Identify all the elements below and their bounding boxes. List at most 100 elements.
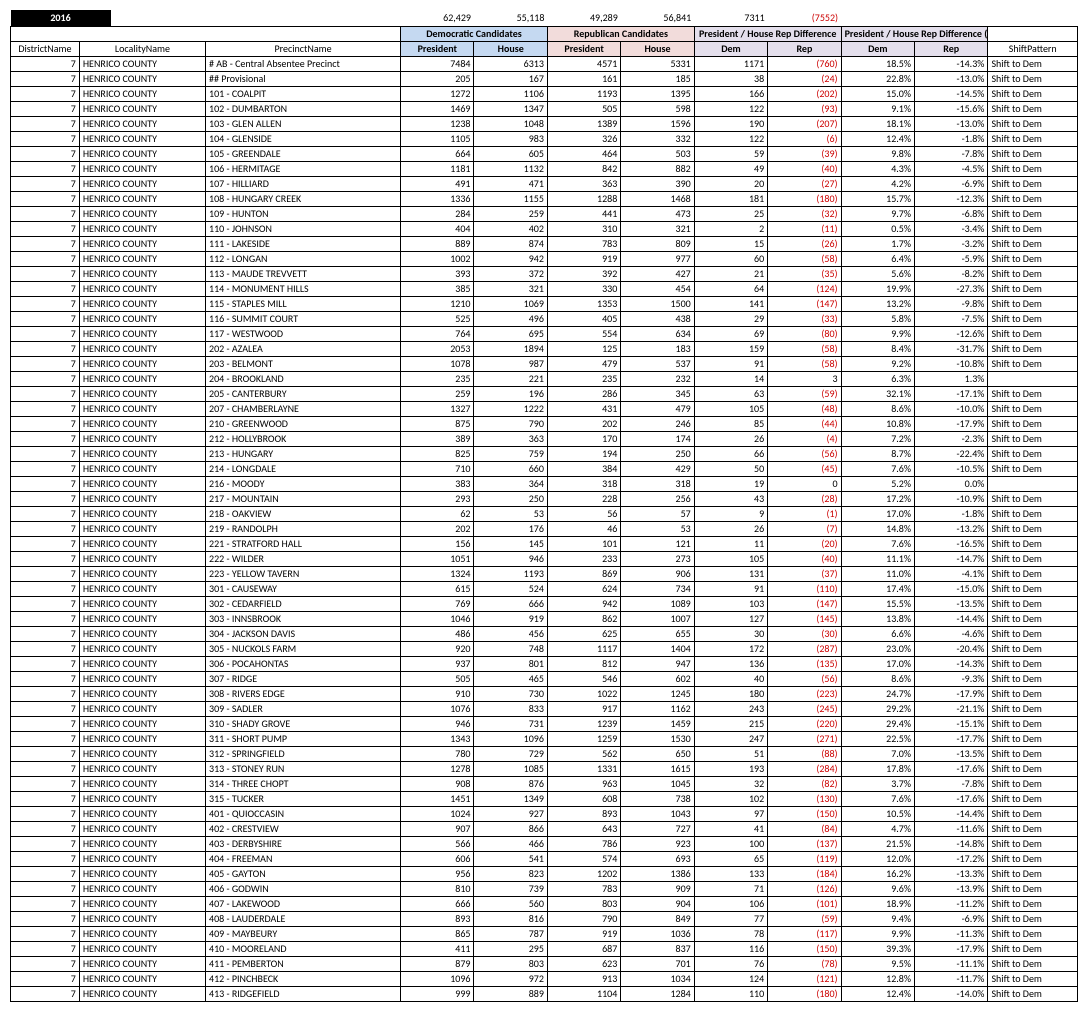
pct-dem-cell: 5.8% — [841, 312, 914, 327]
rep-house-cell: 174 — [621, 432, 694, 447]
precinct-cell: 401 - QUIOCCASIN — [206, 807, 401, 822]
dem-house-cell: 524 — [474, 582, 547, 597]
table-row: 7HENRICO COUNTY214 - LONGDALE71066038442… — [11, 462, 1078, 477]
pct-dem-cell: 9.2% — [841, 357, 914, 372]
precinct-cell: 306 - POCAHONTAS — [206, 657, 401, 672]
rep-president-cell: 786 — [547, 837, 620, 852]
dem-house-cell: 1085 — [474, 762, 547, 777]
diff-dem-cell: 166 — [694, 87, 767, 102]
pct-dem-cell: 23.0% — [841, 642, 914, 657]
diff-dem-cell: 63 — [694, 387, 767, 402]
shift-cell: Shift to Dem — [988, 567, 1078, 582]
shift-cell: Shift to Dem — [988, 297, 1078, 312]
district-cell: 7 — [11, 762, 80, 777]
pct-rep-cell: -14.4% — [915, 612, 988, 627]
precinct-cell: 308 - RIVERS EDGE — [206, 687, 401, 702]
pct-rep-cell: -10.8% — [915, 357, 988, 372]
table-row: 7HENRICO COUNTY409 - MAYBEURY86578791910… — [11, 927, 1078, 942]
pct-dem-cell: 9.4% — [841, 912, 914, 927]
district-cell: 7 — [11, 117, 80, 132]
diff-rep-cell: (82) — [768, 777, 841, 792]
diff-rep-cell: (93) — [768, 102, 841, 117]
locality-cell: HENRICO COUNTY — [79, 117, 205, 132]
locality-cell: HENRICO COUNTY — [79, 762, 205, 777]
precinct-cell: 222 - WILDER — [206, 552, 401, 567]
table-row: 7HENRICO COUNTY309 - SADLER1076833917116… — [11, 702, 1078, 717]
pct-rep-cell: -10.5% — [915, 462, 988, 477]
dem-house-cell: 876 — [474, 777, 547, 792]
district-cell: 7 — [11, 957, 80, 972]
rep-house-cell: 185 — [621, 72, 694, 87]
rep-president-cell: 893 — [547, 807, 620, 822]
diff-dem-cell: 159 — [694, 342, 767, 357]
table-row: 7HENRICO COUNTY303 - INNSBROOK1046919862… — [11, 612, 1078, 627]
diff-rep-cell: (58) — [768, 252, 841, 267]
pct-dem-cell: 8.7% — [841, 447, 914, 462]
diff-rep-cell: (39) — [768, 147, 841, 162]
diff-dem-cell: 1171 — [694, 57, 767, 72]
dem-president-cell: 920 — [401, 642, 474, 657]
locality-cell: HENRICO COUNTY — [79, 582, 205, 597]
dem-president-cell: 259 — [401, 387, 474, 402]
rep-president-cell: 1202 — [547, 867, 620, 882]
dem-president-cell: 505 — [401, 672, 474, 687]
rep-house-cell: 1036 — [621, 927, 694, 942]
pct-dem-cell: 7.6% — [841, 462, 914, 477]
district-cell: 7 — [11, 687, 80, 702]
shift-cell: Shift to Dem — [988, 252, 1078, 267]
table-row: 7HENRICO COUNTY203 - BELMONT107898747953… — [11, 357, 1078, 372]
table-row: 7HENRICO COUNTY404 - FREEMAN606541574693… — [11, 852, 1078, 867]
district-cell: 7 — [11, 612, 80, 627]
table-row: 7HENRICO COUNTY113 - MAUDE TREVVETT39337… — [11, 267, 1078, 282]
locality-cell: HENRICO COUNTY — [79, 192, 205, 207]
rep-president-cell: 919 — [547, 927, 620, 942]
locality-cell: HENRICO COUNTY — [79, 732, 205, 747]
dem-house-cell: 145 — [474, 537, 547, 552]
locality-cell: HENRICO COUNTY — [79, 252, 205, 267]
diff-rep-cell: (220) — [768, 717, 841, 732]
dem-president-cell: 1076 — [401, 702, 474, 717]
dem-house-cell: 729 — [474, 747, 547, 762]
shift-cell — [988, 477, 1078, 492]
pct-rep-cell: -4.6% — [915, 627, 988, 642]
pct-rep-cell: -14.5% — [915, 87, 988, 102]
pct-dem-cell: 4.7% — [841, 822, 914, 837]
pct-dem-cell: 9.5% — [841, 957, 914, 972]
dem-president-cell: 1096 — [401, 972, 474, 987]
table-row: 7HENRICO COUNTY405 - GAYTON9568231202138… — [11, 867, 1078, 882]
dem-house-cell: 250 — [474, 492, 547, 507]
locality-cell: HENRICO COUNTY — [79, 897, 205, 912]
pct-dem-cell: 7.6% — [841, 537, 914, 552]
rep-house-cell: 1468 — [621, 192, 694, 207]
dem-president-cell: 946 — [401, 717, 474, 732]
dem-president-cell: 2053 — [401, 342, 474, 357]
locality-cell: HENRICO COUNTY — [79, 357, 205, 372]
shift-cell: Shift to Dem — [988, 132, 1078, 147]
shift-cell: Shift to Dem — [988, 642, 1078, 657]
precinct-cell: 223 - YELLOW TAVERN — [206, 567, 401, 582]
dem-house-cell: 363 — [474, 432, 547, 447]
dem-president-cell: 937 — [401, 657, 474, 672]
dem-president-cell: 293 — [401, 492, 474, 507]
pct-dem-cell: 17.2% — [841, 492, 914, 507]
pct-dem-cell: 12.4% — [841, 987, 914, 1002]
dem-president-cell: 1469 — [401, 102, 474, 117]
district-cell: 7 — [11, 987, 80, 1002]
rep-president-cell: 101 — [547, 537, 620, 552]
diff-dem-cell: 76 — [694, 957, 767, 972]
pct-rep-cell: -4.5% — [915, 162, 988, 177]
precinct-cell: 413 - RIDGEFIELD — [206, 987, 401, 1002]
shift-cell: Shift to Dem — [988, 807, 1078, 822]
district-cell: 7 — [11, 972, 80, 987]
district-cell: 7 — [11, 387, 80, 402]
rep-president-cell: 862 — [547, 612, 620, 627]
table-row: 7HENRICO COUNTY202 - AZALEA2053189412518… — [11, 342, 1078, 357]
dem-house-cell: 496 — [474, 312, 547, 327]
shift-cell: Shift to Dem — [988, 792, 1078, 807]
dem-house-cell: 372 — [474, 267, 547, 282]
diff-rep-cell: (207) — [768, 117, 841, 132]
rep-house-cell: 634 — [621, 327, 694, 342]
rep-house-cell: 738 — [621, 792, 694, 807]
precinct-cell: 104 - GLENSIDE — [206, 132, 401, 147]
rep-president-cell: 625 — [547, 627, 620, 642]
